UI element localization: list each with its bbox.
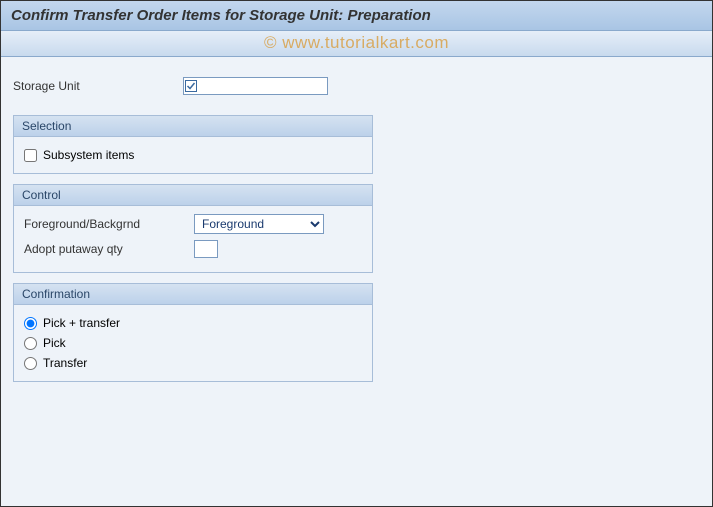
page-title: Confirm Transfer Order Items for Storage… [11,7,702,24]
control-group: Control Foreground/Backgrnd Foreground A… [13,184,373,273]
subsystem-items-checkbox[interactable] [24,149,37,162]
content-area: Storage Unit Selection Subsystem items C… [1,57,712,506]
fg-bg-select[interactable]: Foreground [194,214,324,234]
title-bar: Confirm Transfer Order Items for Storage… [1,1,712,31]
pick-transfer-radio[interactable] [24,317,37,330]
transfer-label: Transfer [43,356,87,370]
fg-bg-row: Foreground/Backgrnd Foreground [24,214,362,234]
pick-label: Pick [43,336,66,350]
control-group-title: Control [14,185,372,206]
fg-bg-label: Foreground/Backgrnd [24,215,194,233]
selection-group-title: Selection [14,116,372,137]
pick-radio[interactable] [24,337,37,350]
pick-transfer-label: Pick + transfer [43,316,120,330]
transfer-radio[interactable] [24,357,37,370]
storage-unit-row: Storage Unit [13,77,700,95]
subsystem-items-label: Subsystem items [43,148,134,162]
confirmation-group: Confirmation Pick + transfer Pick Transf… [13,283,373,382]
confirmation-group-title: Confirmation [14,284,372,305]
subsystem-items-row[interactable]: Subsystem items [24,145,362,165]
storage-unit-input[interactable] [183,77,328,95]
adopt-putaway-label: Adopt putaway qty [24,240,194,258]
confirmation-option-transfer[interactable]: Transfer [24,353,362,373]
selection-group: Selection Subsystem items [13,115,373,174]
confirmation-option-pick-transfer[interactable]: Pick + transfer [24,313,362,333]
storage-unit-label: Storage Unit [13,77,183,95]
adopt-putaway-input[interactable] [194,240,218,258]
app-toolbar [1,31,712,57]
adopt-putaway-row: Adopt putaway qty [24,240,362,258]
confirmation-option-pick[interactable]: Pick [24,333,362,353]
